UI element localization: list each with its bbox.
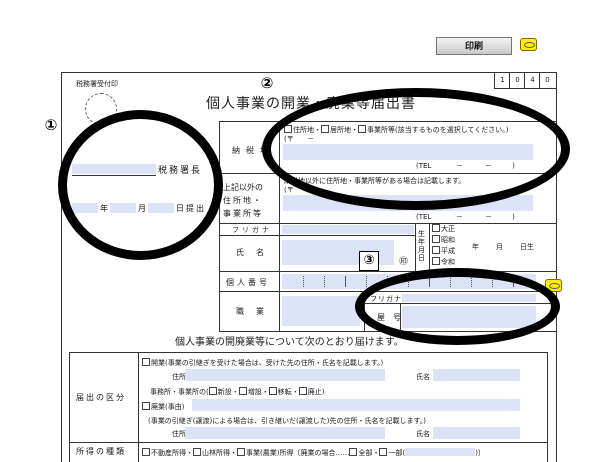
- close-reason-label: (事由): [165, 403, 185, 411]
- office-option-checkbox[interactable]: [208, 387, 217, 395]
- birth-month-unit: 月: [496, 243, 503, 251]
- open-address-label: 住所: [172, 373, 186, 381]
- era-label: 昭和: [441, 236, 455, 244]
- annotation-marker-2: ②: [260, 74, 274, 92]
- era-checkbox[interactable]: [432, 257, 440, 265]
- form-top-border: [61, 72, 556, 73]
- annotation-ellipse-3: [355, 268, 560, 345]
- era-checkbox[interactable]: [432, 235, 440, 243]
- office-option-checkbox[interactable]: [268, 387, 277, 395]
- other-address-label-top: 上記以外の: [223, 183, 263, 192]
- office-option-label: 移転: [277, 388, 292, 396]
- transfer-note: (事業の引継ぎ(譲渡)による場合は、引き継いだ(譲渡した)先の住所・氏名を記載し…: [148, 417, 426, 425]
- office-row: 事務所・事業所の(新設・ 増設・ 移転・ 廃止): [150, 387, 325, 396]
- closing-all-checkbox[interactable]: [349, 448, 358, 456]
- open-name-label: 氏名: [416, 373, 430, 381]
- annotation-marker-1: ①: [44, 116, 58, 134]
- open-address-input[interactable]: [185, 369, 385, 381]
- closing-all-label: 全部: [358, 449, 373, 457]
- form-code-digit: 0: [509, 72, 525, 88]
- other-address-tel: (TEL － － ): [416, 213, 515, 221]
- income-option-label: 事業(農業)所得: [246, 449, 294, 457]
- open-checkbox[interactable]: [142, 358, 150, 366]
- income-options: 不動産所得・ 山林所得・ 事業(農業)所得〔廃業の場合…… 全部・ 一部()〕: [142, 448, 485, 457]
- transfer-address-label: 住所: [172, 430, 186, 438]
- close-checkbox[interactable]: [142, 402, 150, 410]
- annotation-ellipse-2: [262, 88, 570, 210]
- name-label: 氏名: [236, 248, 276, 257]
- office-option-checkbox[interactable]: [238, 387, 247, 395]
- income-type-label: 所得の種類: [76, 447, 126, 456]
- notification-type-label: 届出の区分: [76, 393, 126, 402]
- transfer-name-input[interactable]: [433, 427, 520, 439]
- furigana-label: フリガナ: [232, 226, 272, 234]
- office-option-label: 増設: [247, 388, 262, 396]
- era-label: 令和: [441, 258, 455, 266]
- comment-icon[interactable]: [520, 38, 537, 51]
- income-option-label: 山林所得: [202, 449, 230, 457]
- closing-part-input[interactable]: [405, 448, 476, 456]
- personal-number-label: 個人番号: [226, 278, 270, 287]
- form-left-border: [61, 72, 62, 462]
- transfer-name-label: 氏名: [416, 430, 430, 438]
- close-label: 廃業: [151, 403, 165, 411]
- income-closing-note: 〔廃業の場合……: [293, 449, 350, 457]
- income-option-checkbox[interactable]: [142, 448, 150, 456]
- stamp-label: 税務署受付印: [76, 80, 118, 88]
- era-checkbox[interactable]: [432, 224, 440, 232]
- form-code-digit: 0: [539, 72, 555, 88]
- print-button[interactable]: 印刷: [436, 37, 512, 55]
- form-code-digit: 1: [494, 72, 510, 88]
- birth-era-options: 大正 昭和 平成 令和: [432, 224, 455, 268]
- birth-year-unit: 年: [472, 243, 479, 251]
- birth-label: 生年月日: [418, 230, 425, 262]
- birth-day-unit: 日生: [520, 243, 534, 251]
- furigana-input[interactable]: [282, 225, 414, 234]
- occupation-input[interactable]: [282, 296, 360, 326]
- income-option-checkbox[interactable]: [237, 448, 245, 456]
- other-address-label-bottom: 事業所等: [223, 209, 263, 218]
- office-option-label: 新設: [217, 388, 232, 396]
- transfer-address-input[interactable]: [185, 427, 385, 439]
- closing-part-checkbox[interactable]: [379, 448, 388, 456]
- income-option-label: 不動産所得: [151, 449, 186, 457]
- open-label: 開業: [151, 359, 165, 367]
- notification-open-row: 開業(事業の引継ぎを受けた場合は、受けた先の住所・氏名を記載します。): [142, 358, 383, 367]
- annotation-marker-3: ③: [359, 251, 379, 271]
- close-reason-input[interactable]: [192, 399, 520, 411]
- era-label: 大正: [441, 225, 455, 233]
- close-row: 廃業(事由): [142, 402, 184, 411]
- open-name-input[interactable]: [433, 369, 520, 381]
- era-checkbox[interactable]: [432, 246, 440, 254]
- closing-part-label: 一部: [388, 449, 403, 457]
- seal-mark: ㊞: [399, 257, 409, 267]
- era-label: 平成: [441, 247, 455, 255]
- annotation-ellipse-1: [58, 110, 223, 260]
- form-code-digit: 4: [524, 72, 540, 88]
- income-option-checkbox[interactable]: [193, 448, 201, 456]
- office-option-label: 廃止: [307, 388, 322, 396]
- occupation-label: 職業: [236, 307, 276, 316]
- open-note: (事業の引継ぎを受けた場合は、受けた先の住所・氏名を記載します。): [165, 359, 384, 367]
- office-option-checkbox[interactable]: [298, 387, 307, 395]
- other-address-label-mid: 住所地・: [223, 196, 263, 205]
- form-subtitle: 個人事業の開廃業等について次のとおり届けます。: [175, 337, 404, 348]
- office-prefix: 事務所・事業所の: [150, 388, 206, 396]
